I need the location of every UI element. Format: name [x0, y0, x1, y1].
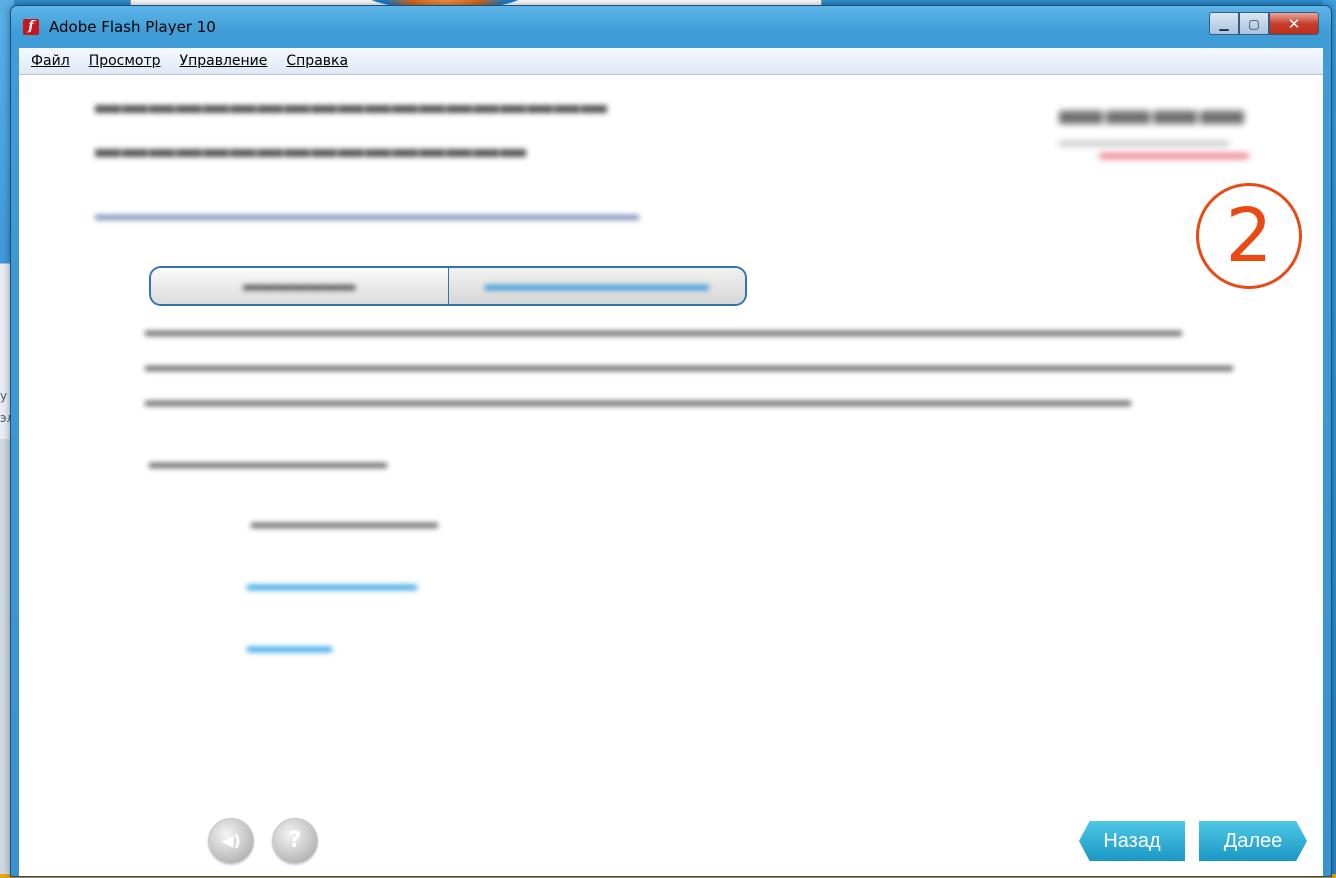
- features-heading: ▬▬▬▬▬▬▬▬▬▬▬▬▬▬: [149, 453, 387, 472]
- help-button[interactable]: ?: [272, 818, 318, 864]
- window-controls: ▁ ▢ ✕: [1209, 12, 1319, 35]
- program-subtitle-link[interactable]: ▬▬▬▬▬▬▬▬▬▬▬▬▬▬▬▬▬▬▬▬▬▬▬▬▬▬▬▬▬▬▬▬: [95, 205, 639, 225]
- content-tabs: ▬▬▬▬▬▬▬ ▬▬▬▬▬▬▬▬▬▬▬▬▬▬: [149, 266, 747, 306]
- flash-player-window: f Adobe Flash Player 10 ▁ ▢ ✕ Файл Просм…: [10, 5, 1332, 877]
- step-number-badge: 2: [1196, 183, 1302, 289]
- close-button[interactable]: ✕: [1269, 12, 1319, 35]
- tab-description[interactable]: ▬▬▬▬▬▬▬: [151, 268, 449, 304]
- program-title-line1: ▬▬▬▬▬▬▬▬▬▬▬▬▬▬▬▬▬▬▬: [95, 89, 608, 119]
- maximize-button[interactable]: ▢: [1239, 12, 1269, 35]
- speaker-icon: ◀): [221, 831, 241, 850]
- feature-link-1[interactable]: ▬▬▬▬▬▬▬▬▬▬: [247, 575, 417, 595]
- publisher-logo: ▬▬▬▬ ▬▬▬▬▬▬▬▬▬▬▬▬▬▬▬▬▬: [1059, 85, 1259, 175]
- question-icon: ?: [288, 828, 302, 853]
- minimize-button[interactable]: ▁: [1209, 12, 1239, 35]
- program-title-line2: ▬▬▬▬▬▬▬▬▬▬▬▬▬▬▬▬: [95, 133, 527, 163]
- back-button[interactable]: Назад: [1079, 821, 1185, 861]
- maximize-icon: ▢: [1248, 16, 1260, 31]
- feature-item: ▬▬▬▬▬▬▬▬▬▬▬: [251, 513, 438, 532]
- sound-button[interactable]: ◀): [208, 818, 254, 864]
- menu-control[interactable]: Управление: [180, 53, 268, 69]
- title-bar[interactable]: f Adobe Flash Player 10 ▁ ▢ ✕: [11, 6, 1331, 46]
- menu-view[interactable]: Просмотр: [89, 53, 161, 69]
- menu-help[interactable]: Справка: [286, 53, 348, 69]
- menu-bar: Файл Просмотр Управление Справка: [19, 48, 1323, 75]
- flash-icon[interactable]: f: [23, 19, 39, 35]
- window-title: Adobe Flash Player 10: [49, 18, 216, 36]
- description-paragraph: ▬▬▬▬▬▬▬▬▬▬▬▬▬▬▬▬▬▬▬▬▬▬▬▬▬▬▬▬▬▬▬▬▬▬▬▬▬▬▬▬…: [145, 321, 1233, 410]
- feature-link-2[interactable]: ▬▬▬▬▬: [247, 637, 332, 657]
- tab-design[interactable]: ▬▬▬▬▬▬▬▬▬▬▬▬▬▬: [448, 268, 745, 304]
- menu-file[interactable]: Файл: [31, 53, 70, 69]
- close-icon: ✕: [1287, 14, 1301, 33]
- flash-content-area: ▬▬▬▬▬▬▬▬▬▬▬▬▬▬▬▬▬▬▬ ▬▬▬▬▬▬▬▬▬▬▬▬▬▬▬▬ ▬▬▬…: [19, 75, 1323, 876]
- minimize-icon: ▁: [1219, 16, 1229, 31]
- next-button[interactable]: Далее: [1199, 821, 1307, 861]
